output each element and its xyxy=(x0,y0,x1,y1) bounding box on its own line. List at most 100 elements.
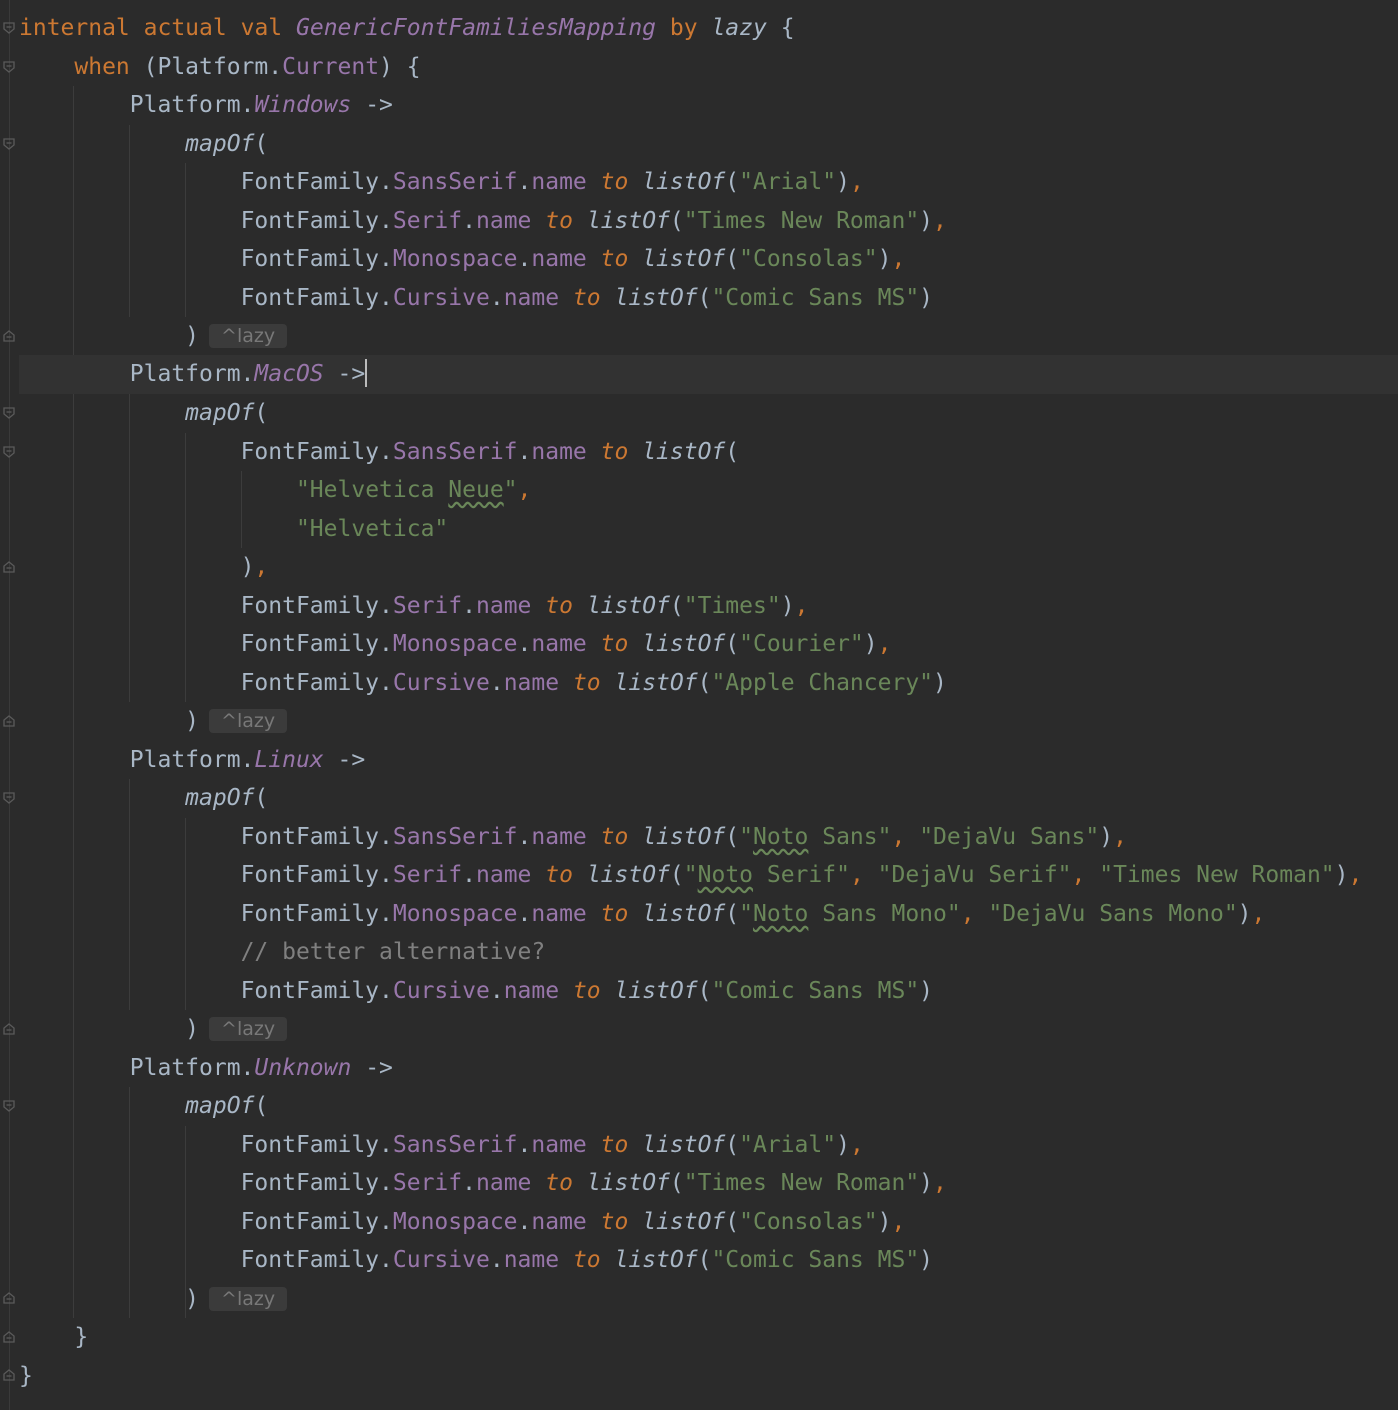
code-line[interactable]: FontFamily.Monospace.name to listOf("Con… xyxy=(19,240,1398,279)
enum-entry: Windows xyxy=(254,92,352,118)
code-text: ( xyxy=(254,785,269,811)
fold-marker-icon[interactable] xyxy=(1,20,17,36)
property-ref: name xyxy=(531,439,587,465)
property-ref: name xyxy=(531,1209,587,1235)
code-line[interactable]: when (Platform.Current) { xyxy=(19,48,1398,87)
string-literal: Sans Mono" xyxy=(808,901,961,927)
fold-marker-icon[interactable] xyxy=(1,1290,17,1306)
enum-entry: MacOS xyxy=(254,361,324,387)
code-line[interactable]: FontFamily.Cursive.name to listOf("Comic… xyxy=(19,279,1398,318)
code-text: ) xyxy=(919,978,934,1004)
editor-gutter xyxy=(0,0,19,1410)
code-line[interactable]: FontFamily.SansSerif.name to listOf( xyxy=(19,433,1398,472)
code-line[interactable]: FontFamily.SansSerif.name to listOf("Not… xyxy=(19,818,1398,857)
code-line[interactable]: FontFamily.Monospace.name to listOf("Cou… xyxy=(19,625,1398,664)
code-line[interactable]: FontFamily.Serif.name to listOf("Times")… xyxy=(19,587,1398,626)
spelling-typo: Noto xyxy=(753,824,809,850)
property-ref: SansSerif xyxy=(392,1132,518,1158)
property-ref: Monospace xyxy=(392,901,518,927)
fold-marker-icon[interactable] xyxy=(1,790,17,806)
code-line[interactable]: "Helvetica" xyxy=(19,510,1398,549)
fold-marker-icon[interactable] xyxy=(1,444,17,460)
enum-entry: Linux xyxy=(254,747,324,773)
code-text: ( xyxy=(254,131,269,157)
code-text: ( xyxy=(254,400,269,426)
code-text: . xyxy=(489,978,504,1004)
code-line[interactable]: Platform.Unknown -> xyxy=(19,1049,1398,1088)
property-ref: name xyxy=(531,169,587,195)
code-line[interactable]: FontFamily.Cursive.name to listOf("Comic… xyxy=(19,972,1398,1011)
code-line[interactable]: } xyxy=(19,1357,1398,1396)
string-literal: "DejaVu Serif" xyxy=(877,862,1072,888)
code-text: FontFamily. xyxy=(240,1132,393,1158)
code-text: . xyxy=(517,439,532,465)
code-text: Platform. xyxy=(129,747,255,773)
code-line[interactable]: FontFamily.Cursive.name to listOf("Comic… xyxy=(19,1241,1398,1280)
fold-marker-icon[interactable] xyxy=(1,405,17,421)
fold-marker-icon[interactable] xyxy=(1,1367,17,1383)
code-line[interactable]: FontFamily.SansSerif.name to listOf("Ari… xyxy=(19,163,1398,202)
code-text: ) xyxy=(836,169,850,195)
inlay-hint[interactable]: ^lazy xyxy=(209,1287,288,1311)
code-line[interactable]: Platform.Windows -> xyxy=(19,86,1398,125)
code-text: . xyxy=(489,670,504,696)
code-line[interactable]: FontFamily.Serif.name to listOf("Times N… xyxy=(19,202,1398,241)
string-literal: "Apple Chancery" xyxy=(711,670,934,696)
code-line[interactable]: internal actual val GenericFontFamiliesM… xyxy=(19,9,1398,48)
code-text: ) xyxy=(919,1247,934,1273)
property-ref: SansSerif xyxy=(392,824,518,850)
comma: , xyxy=(891,824,920,850)
string-literal: "Comic Sans MS" xyxy=(711,285,920,311)
code-line[interactable]: FontFamily.Monospace.name to listOf("Not… xyxy=(19,895,1398,934)
fold-marker-icon[interactable] xyxy=(1,1098,17,1114)
code-text: FontFamily. xyxy=(240,824,393,850)
code-line[interactable]: // better alternative? xyxy=(19,933,1398,972)
function-call: lazy xyxy=(711,15,767,41)
code-line[interactable]: ) ^lazy xyxy=(19,1010,1398,1049)
function-call: listOf xyxy=(614,285,698,311)
string-literal: " xyxy=(503,477,518,503)
code-line[interactable]: FontFamily.Serif.name to listOf("Noto Se… xyxy=(19,856,1398,895)
fold-marker-icon[interactable] xyxy=(1,328,17,344)
code-text: . xyxy=(489,1247,504,1273)
inlay-hint[interactable]: ^lazy xyxy=(209,709,288,733)
code-line[interactable]: ) ^lazy xyxy=(19,317,1398,356)
code-line[interactable]: mapOf( xyxy=(19,779,1398,818)
code-line[interactable]: ), xyxy=(19,548,1398,587)
infix-call: to xyxy=(572,285,601,311)
code-line-current[interactable]: Platform.MacOS -> xyxy=(19,355,1398,394)
infix-call: to xyxy=(545,208,573,234)
fold-marker-icon[interactable] xyxy=(1,713,17,729)
code-line[interactable]: "Helvetica Neue", xyxy=(19,471,1398,510)
fold-marker-icon[interactable] xyxy=(1,136,17,152)
code-line[interactable]: mapOf( xyxy=(19,125,1398,164)
fold-marker-icon[interactable] xyxy=(1,1021,17,1037)
code-line[interactable]: ) ^lazy xyxy=(19,702,1398,741)
code-text: ( xyxy=(725,169,740,195)
infix-call: to xyxy=(600,1132,629,1158)
code-line[interactable]: FontFamily.Serif.name to listOf("Times N… xyxy=(19,1164,1398,1203)
spelling-typo: Neue xyxy=(448,477,504,503)
property-ref: Cursive xyxy=(392,285,490,311)
code-editor[interactable]: internal actual val GenericFontFamiliesM… xyxy=(0,0,1398,1410)
property-ref: Cursive xyxy=(392,978,490,1004)
string-literal: "DejaVu Sans Mono" xyxy=(988,901,1238,927)
inlay-hint[interactable]: ^lazy xyxy=(209,324,288,348)
code-line[interactable]: FontFamily.SansSerif.name to listOf("Ari… xyxy=(19,1126,1398,1165)
fold-marker-icon[interactable] xyxy=(1,1329,17,1345)
fold-marker-icon[interactable] xyxy=(1,559,17,575)
inlay-hint[interactable]: ^lazy xyxy=(209,1017,288,1041)
code-line[interactable]: mapOf( xyxy=(19,1087,1398,1126)
function-call: mapOf xyxy=(185,785,255,811)
fold-marker-icon[interactable] xyxy=(1,59,17,75)
code-line[interactable]: Platform.Linux -> xyxy=(19,741,1398,780)
code-line[interactable]: } xyxy=(19,1318,1398,1357)
code-line[interactable]: FontFamily.Cursive.name to listOf("Apple… xyxy=(19,664,1398,703)
code-line[interactable]: mapOf( xyxy=(19,394,1398,433)
code-text: FontFamily. xyxy=(240,1170,393,1196)
property-ref: name xyxy=(503,285,560,311)
property-ref: name xyxy=(531,1132,587,1158)
code-line[interactable]: ) ^lazy xyxy=(19,1280,1398,1319)
code-line[interactable]: FontFamily.Monospace.name to listOf("Con… xyxy=(19,1203,1398,1242)
code-text: . xyxy=(462,1170,476,1196)
